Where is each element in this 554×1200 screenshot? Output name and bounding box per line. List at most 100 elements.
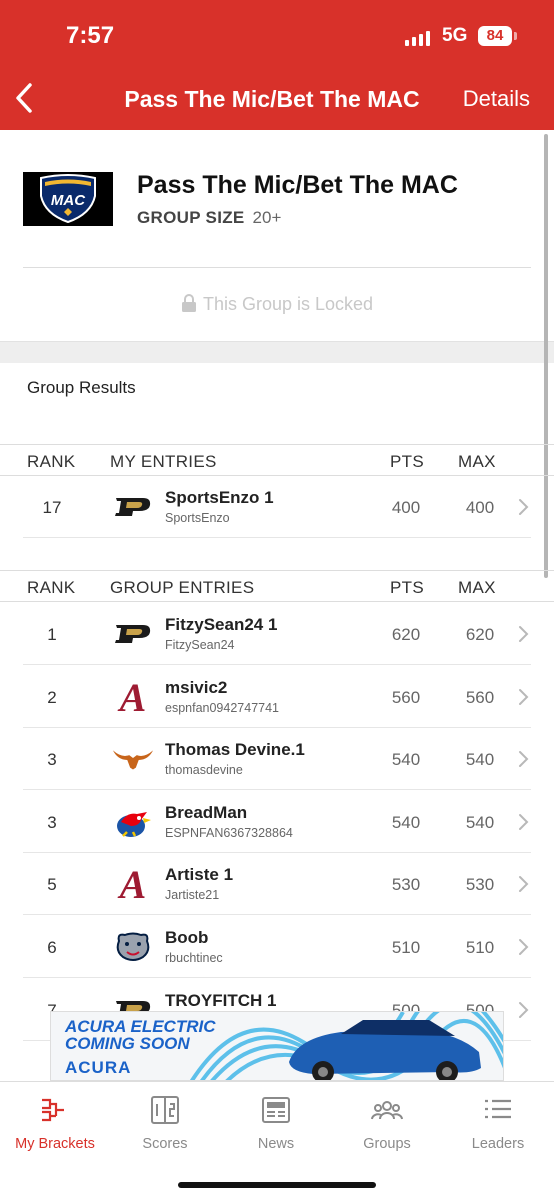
- entry-max: 530: [465, 875, 495, 895]
- svg-text:A: A: [117, 865, 147, 903]
- entry-rank: 2: [47, 687, 57, 707]
- home-indicator: [178, 1182, 376, 1188]
- entry-username: thomasdevine: [165, 763, 243, 778]
- row-divider: [23, 537, 531, 538]
- lock-icon: [181, 294, 196, 312]
- entry-row[interactable]: 6 Boob rbuchtinec 510 510: [0, 916, 554, 978]
- group-entries-header: RANK GROUP ENTRIES PTS MAX: [0, 570, 554, 602]
- mac-shield-icon: MAC: [40, 174, 96, 224]
- chevron-right-icon[interactable]: [517, 938, 529, 956]
- tab-news[interactable]: News: [221, 1094, 331, 1152]
- battery-icon: 84: [478, 26, 517, 46]
- bulldog-logo-icon: [116, 932, 150, 961]
- chevron-right-icon[interactable]: [517, 688, 529, 706]
- team-logo: [112, 619, 154, 649]
- app-header: 7:57 5G 84 Pass The Mic/Bet The MAC Deta…: [0, 0, 554, 130]
- group-size-label: GROUP SIZE: [137, 208, 245, 227]
- entry-max: 540: [465, 812, 495, 832]
- locked-text: This Group is Locked: [202, 294, 374, 314]
- tab-leaders[interactable]: Leaders: [443, 1094, 553, 1152]
- team-logo: [112, 492, 154, 522]
- longhorn-logo-icon: [112, 750, 154, 770]
- entry-username: SportsEnzo: [165, 511, 230, 525]
- entry-username: espnfan0942747741: [165, 700, 280, 715]
- team-logo: A: [112, 678, 154, 716]
- ad-line1: ACURA ELECTRIC: [65, 1017, 216, 1036]
- entry-row[interactable]: 3 BreadMan ESPNFAN6367328864 540 540: [0, 791, 554, 853]
- chevron-right-icon[interactable]: [517, 498, 529, 516]
- entry-max: 510: [465, 938, 495, 957]
- news-icon: [262, 1097, 290, 1123]
- entry-rank: 3: [47, 750, 57, 770]
- jayhawk-logo-icon: [117, 811, 151, 837]
- team-logo: [112, 932, 154, 962]
- status-time: 7:57: [66, 22, 115, 49]
- bracket-icon: [42, 1098, 64, 1122]
- entry-username: ESPNFAN6367328864: [165, 825, 293, 840]
- entry-row[interactable]: 1 FitzySean24 1 FitzySean24 620 620: [0, 603, 554, 665]
- alabama-logo-icon: A: [117, 865, 147, 903]
- team-logo: A: [112, 865, 154, 903]
- tab-label: Groups: [363, 1136, 411, 1152]
- col-pts: PTS: [390, 578, 424, 597]
- chevron-right-icon[interactable]: [517, 625, 529, 643]
- col-max: MAX: [458, 452, 496, 471]
- team-logo: [112, 744, 154, 774]
- tab-my-brackets[interactable]: My Brackets: [0, 1094, 110, 1152]
- chevron-right-icon[interactable]: [517, 813, 529, 831]
- chevron-right-icon[interactable]: [517, 1001, 529, 1019]
- entry-row[interactable]: 5 A Artiste 1 Jartiste21 530 530: [0, 853, 554, 916]
- entry-rank: 5: [47, 875, 57, 895]
- entry-pts: 510: [391, 938, 421, 957]
- col-rank: RANK: [27, 452, 76, 471]
- col-pts: PTS: [390, 452, 424, 471]
- entry-rank: 1: [47, 625, 57, 644]
- acura-ad-banner[interactable]: ACURA ELECTRIC COMING SOON ACURA: [50, 1011, 504, 1081]
- leaders-icon: [485, 1099, 511, 1119]
- locked-notice: This Group is Locked: [0, 294, 554, 315]
- entry-username: rbuchtinec: [165, 951, 223, 965]
- scoreboard-icon: [151, 1096, 179, 1124]
- tab-scores[interactable]: Scores: [110, 1094, 220, 1152]
- entry-username: Jartiste21: [165, 888, 220, 903]
- entry-row[interactable]: 3 Thomas Devine.1 thomasdevine 540 540: [0, 728, 554, 791]
- entry-max: 560: [465, 687, 495, 707]
- entry-row[interactable]: 17 SportsEnzo 1 SportsEnzo 400 400: [0, 476, 554, 538]
- entry-pts: 540: [391, 750, 421, 770]
- entry-name: TROYFITCH 1: [165, 990, 277, 1010]
- entry-name: SportsEnzo 1: [165, 488, 274, 507]
- col-group-entries: GROUP ENTRIES: [110, 578, 255, 597]
- group-title: Pass The Mic/Bet The MAC: [137, 171, 458, 199]
- tab-groups[interactable]: Groups: [332, 1094, 442, 1152]
- entry-max: 400: [465, 498, 495, 517]
- purdue-logo-icon: [115, 498, 151, 516]
- details-button[interactable]: Details: [463, 86, 530, 112]
- chevron-right-icon[interactable]: [517, 750, 529, 768]
- entry-pts: 530: [391, 875, 421, 895]
- col-rank: RANK: [27, 578, 76, 597]
- team-logo: [112, 807, 154, 837]
- entry-pts: 540: [391, 812, 421, 832]
- entry-username: FitzySean24: [165, 638, 235, 652]
- chevron-right-icon[interactable]: [517, 875, 529, 893]
- alabama-logo-icon: A: [117, 678, 147, 716]
- entry-rank: 6: [47, 938, 57, 957]
- groups-icon: [371, 1101, 403, 1120]
- group-size-value: 20+: [252, 208, 282, 227]
- divider: [23, 267, 531, 268]
- section-separator: [0, 341, 554, 363]
- ad-brand: ACURA: [65, 1058, 132, 1077]
- entry-row[interactable]: 2 Amsivic2 espnfan0942747741 560 560: [0, 666, 554, 728]
- tab-label: Leaders: [471, 1136, 525, 1152]
- tab-label: News: [257, 1136, 295, 1152]
- tab-label: Scores: [142, 1136, 188, 1152]
- purdue-logo-icon: [115, 625, 151, 643]
- ad-headline: ACURA ELECTRIC COMING SOON: [65, 1018, 215, 1052]
- col-max: MAX: [458, 578, 496, 597]
- group-results-label: Group Results: [27, 378, 136, 397]
- entry-pts: 560: [391, 687, 421, 707]
- tab-label: My Brackets: [15, 1136, 95, 1152]
- entry-rank: 3: [47, 812, 57, 832]
- network-label: 5G: [442, 25, 468, 46]
- entry-max: 620: [465, 625, 495, 644]
